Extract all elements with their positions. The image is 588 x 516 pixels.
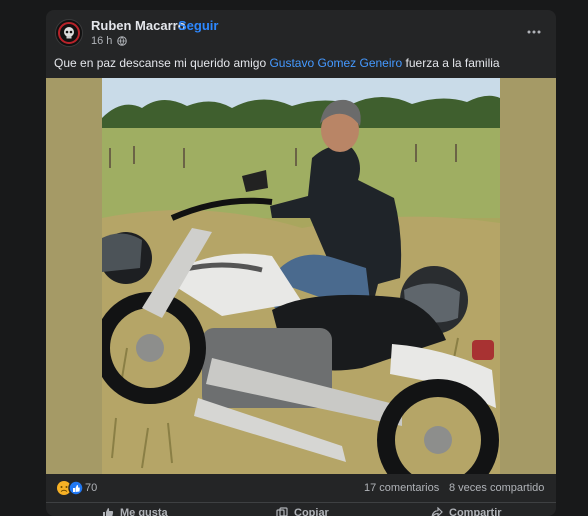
skull-logo-icon (56, 20, 82, 46)
post-photo-frame[interactable] (46, 78, 556, 474)
shares-count[interactable]: 8 veces compartido (449, 482, 544, 494)
share-icon (431, 506, 443, 516)
more-options-icon[interactable] (526, 24, 542, 40)
share-label: Compartir (449, 507, 502, 516)
like-button[interactable]: Me gusta (102, 507, 168, 516)
mention-link[interactable]: Gustavo Gomez Geneiro (269, 56, 402, 70)
copy-button[interactable]: Copiar (276, 507, 329, 516)
caption-text-before: Que en paz descanse mi querido amigo (54, 56, 270, 70)
post-card: Ruben Macarro · Seguir 16 h Que en paz d… (46, 10, 556, 516)
thumbs-up-icon (103, 508, 114, 516)
post-caption: Que en paz descanse mi querido amigo Gus… (54, 56, 500, 70)
post-actions: Me gusta Copiar Compartir (46, 502, 556, 516)
post-header: Ruben Macarro · Seguir 16 h (46, 10, 556, 56)
share-button[interactable]: Compartir (431, 506, 502, 516)
reaction-icons[interactable] (56, 480, 84, 496)
globe-icon (117, 36, 127, 46)
copy-label: Copiar (294, 507, 329, 516)
post-time[interactable]: 16 h (91, 35, 112, 47)
copy-icon (276, 507, 288, 516)
comments-count[interactable]: 17 comentarios (364, 482, 439, 494)
reaction-count[interactable]: 70 (85, 482, 97, 494)
caption-text-after: fuerza a la familia (402, 56, 500, 70)
separator-dot: · (172, 18, 177, 33)
author-avatar[interactable] (55, 19, 83, 47)
like-label: Me gusta (120, 507, 168, 516)
follow-button[interactable]: Seguir (178, 18, 218, 33)
post-photo[interactable] (102, 78, 500, 474)
post-stats: 70 17 comentarios 8 veces compartido (46, 474, 556, 502)
